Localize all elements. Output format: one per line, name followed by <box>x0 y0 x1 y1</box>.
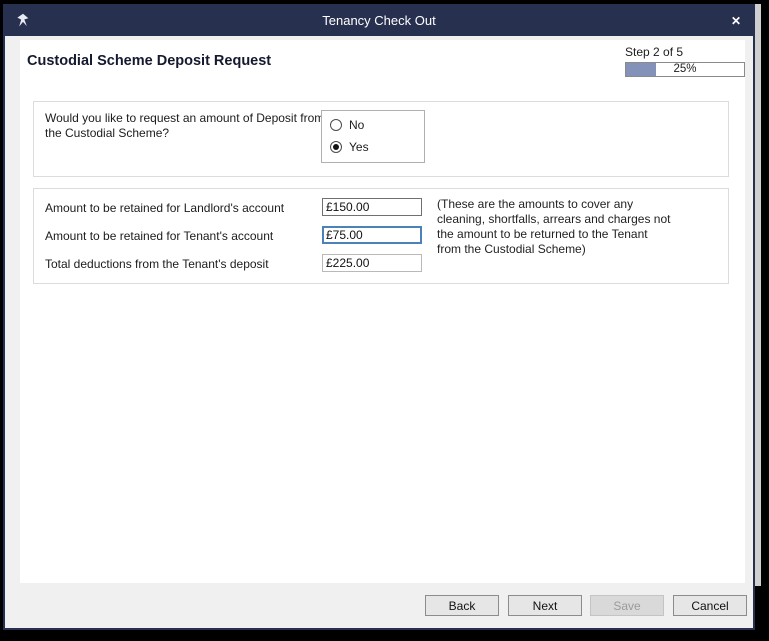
radio-label-yes: Yes <box>349 140 369 154</box>
deposit-question-group: Would you like to request an amount of D… <box>33 101 729 177</box>
radio-icon-no[interactable] <box>330 119 342 131</box>
tenancy-checkout-dialog: Tenancy Check Out ✕ Custodial Scheme Dep… <box>3 4 755 630</box>
tenant-amount-label: Amount to be retained for Tenant's accou… <box>45 229 273 243</box>
progress-percent-label: 25% <box>626 63 744 76</box>
radio-icon-yes[interactable] <box>330 141 342 153</box>
deposit-question-line1: Would you like to request an amount of D… <box>45 111 324 126</box>
cancel-button[interactable]: Cancel <box>673 595 747 616</box>
amounts-note-line2: cleaning, shortfalls, arrears and charge… <box>437 212 670 227</box>
background-window-edge <box>754 4 761 586</box>
titlebar: Tenancy Check Out ✕ <box>5 6 753 36</box>
landlord-amount-input[interactable] <box>322 198 422 216</box>
deposit-question-text: Would you like to request an amount of D… <box>45 111 324 141</box>
content-panel: Custodial Scheme Deposit Request Step 2 … <box>20 40 745 583</box>
amounts-note-line1: (These are the amounts to cover any <box>437 197 670 212</box>
radio-label-no: No <box>349 118 364 132</box>
amounts-note-line4: from the Custodial Scheme) <box>437 242 670 257</box>
page-title: Custodial Scheme Deposit Request <box>27 53 271 69</box>
close-icon[interactable]: ✕ <box>731 13 741 29</box>
radio-option-yes[interactable]: Yes <box>330 140 369 154</box>
amounts-group: Amount to be retained for Landlord's acc… <box>33 188 729 284</box>
deposit-radio-group: No Yes <box>321 110 425 163</box>
step-indicator: Step 2 of 5 <box>625 45 683 59</box>
back-button[interactable]: Back <box>425 595 499 616</box>
radio-option-no[interactable]: No <box>330 118 364 132</box>
tenant-amount-input[interactable] <box>322 226 422 244</box>
deposit-question-line2: the Custodial Scheme? <box>45 126 324 141</box>
progress-bar: 25% <box>625 62 745 77</box>
next-button[interactable]: Next <box>508 595 582 616</box>
amounts-note-line3: the amount to be returned to the Tenant <box>437 227 670 242</box>
window-title: Tenancy Check Out <box>5 13 753 28</box>
screen: Tenancy Check Out ✕ Custodial Scheme Dep… <box>0 0 769 641</box>
total-deductions-label: Total deductions from the Tenant's depos… <box>45 257 269 271</box>
save-button: Save <box>590 595 664 616</box>
total-deductions-input <box>322 254 422 272</box>
landlord-amount-label: Amount to be retained for Landlord's acc… <box>45 201 284 215</box>
amounts-note: (These are the amounts to cover any clea… <box>437 197 670 257</box>
